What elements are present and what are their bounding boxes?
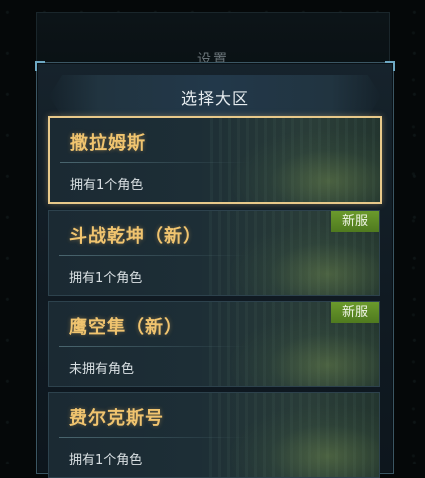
server-art-image: [209, 393, 379, 477]
server-character-status: 拥有1个角色: [70, 178, 144, 193]
server-card[interactable]: 撒拉姆斯 拥有1个角色: [48, 116, 382, 204]
divider: [59, 255, 249, 256]
panel-title: 选择大区: [180, 89, 249, 108]
server-art-image: [210, 118, 380, 202]
new-server-badge: 新服: [331, 211, 379, 232]
server-card[interactable]: 新服 鹰空隼（新） 未拥有角色: [48, 301, 380, 387]
server-name: 斗战乾坤（新）: [69, 226, 202, 247]
server-name: 撒拉姆斯: [70, 133, 146, 154]
corner-ornament-top-right: [385, 61, 395, 71]
server-card[interactable]: 费尔克斯号 拥有1个角色: [48, 392, 380, 478]
server-character-status: 拥有1个角色: [69, 453, 143, 468]
server-character-status: 拥有1个角色: [69, 271, 143, 286]
divider: [60, 162, 250, 163]
server-character-status: 未拥有角色: [69, 362, 135, 377]
server-name: 鹰空隼（新）: [69, 317, 183, 338]
divider: [59, 346, 249, 347]
corner-ornament-top-left: [35, 61, 45, 71]
new-server-badge: 新服: [331, 302, 379, 323]
divider: [59, 437, 249, 438]
server-name: 费尔克斯号: [69, 408, 164, 429]
server-card[interactable]: 新服 斗战乾坤（新） 拥有1个角色: [48, 210, 380, 296]
